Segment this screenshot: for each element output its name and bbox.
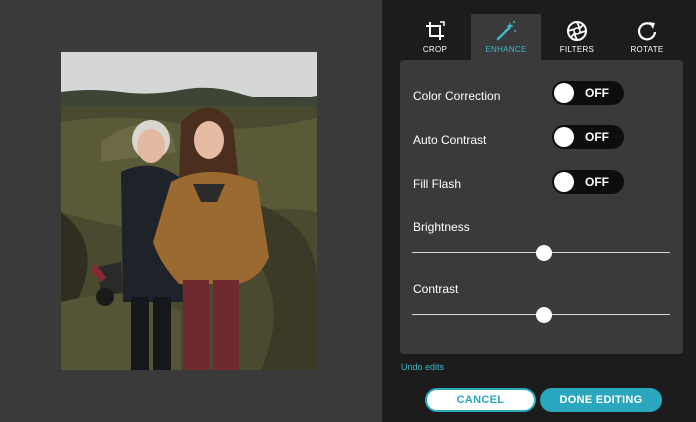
brightness-label: Brightness [413,220,470,234]
aperture-icon [567,21,587,41]
photo-preview [61,52,317,370]
edit-tabs: CROP ENHANCE FILTERS ROTATE [382,14,696,60]
contrast-label: Contrast [413,282,459,296]
fill-flash-label: Fill Flash [413,177,462,191]
slider-thumb[interactable] [535,307,552,323]
crop-icon [426,21,445,40]
auto-contrast-label: Auto Contrast [413,133,487,147]
photo-canvas-area [0,0,382,422]
rotate-icon [637,22,657,41]
toggle-knob [554,127,574,147]
tab-crop[interactable]: CROP [400,14,470,60]
toggle-state: OFF [585,130,609,144]
toggle-state: OFF [585,86,609,100]
auto-contrast-toggle[interactable]: OFF [552,125,624,149]
color-correction-label: Color Correction [413,89,501,103]
undo-edits-link[interactable]: Undo edits [401,362,444,372]
edit-panel: CROP ENHANCE FILTERS ROTATE Color Correc… [382,0,696,422]
color-correction-toggle[interactable]: OFF [552,81,624,105]
tab-rotate[interactable]: ROTATE [612,14,682,60]
cancel-button[interactable]: CANCEL [425,388,536,412]
tab-enhance-label: ENHANCE [485,45,527,54]
tab-filters-label: FILTERS [559,45,595,54]
brightness-slider[interactable] [412,245,670,261]
toggle-knob [554,172,574,192]
slider-thumb[interactable] [535,245,552,261]
tab-crop-label: CROP [422,45,448,54]
toggle-state: OFF [585,175,609,189]
fill-flash-toggle[interactable]: OFF [552,170,624,194]
tab-enhance[interactable]: ENHANCE [471,14,541,60]
magic-wand-icon [496,21,516,41]
contrast-slider[interactable] [412,307,670,323]
enhance-options: Color Correction OFF Auto Contrast OFF F… [400,60,683,354]
tab-rotate-label: ROTATE [630,45,664,54]
done-editing-button[interactable]: DONE EDITING [540,388,662,412]
toggle-knob [554,83,574,103]
tab-filters[interactable]: FILTERS [542,14,612,60]
